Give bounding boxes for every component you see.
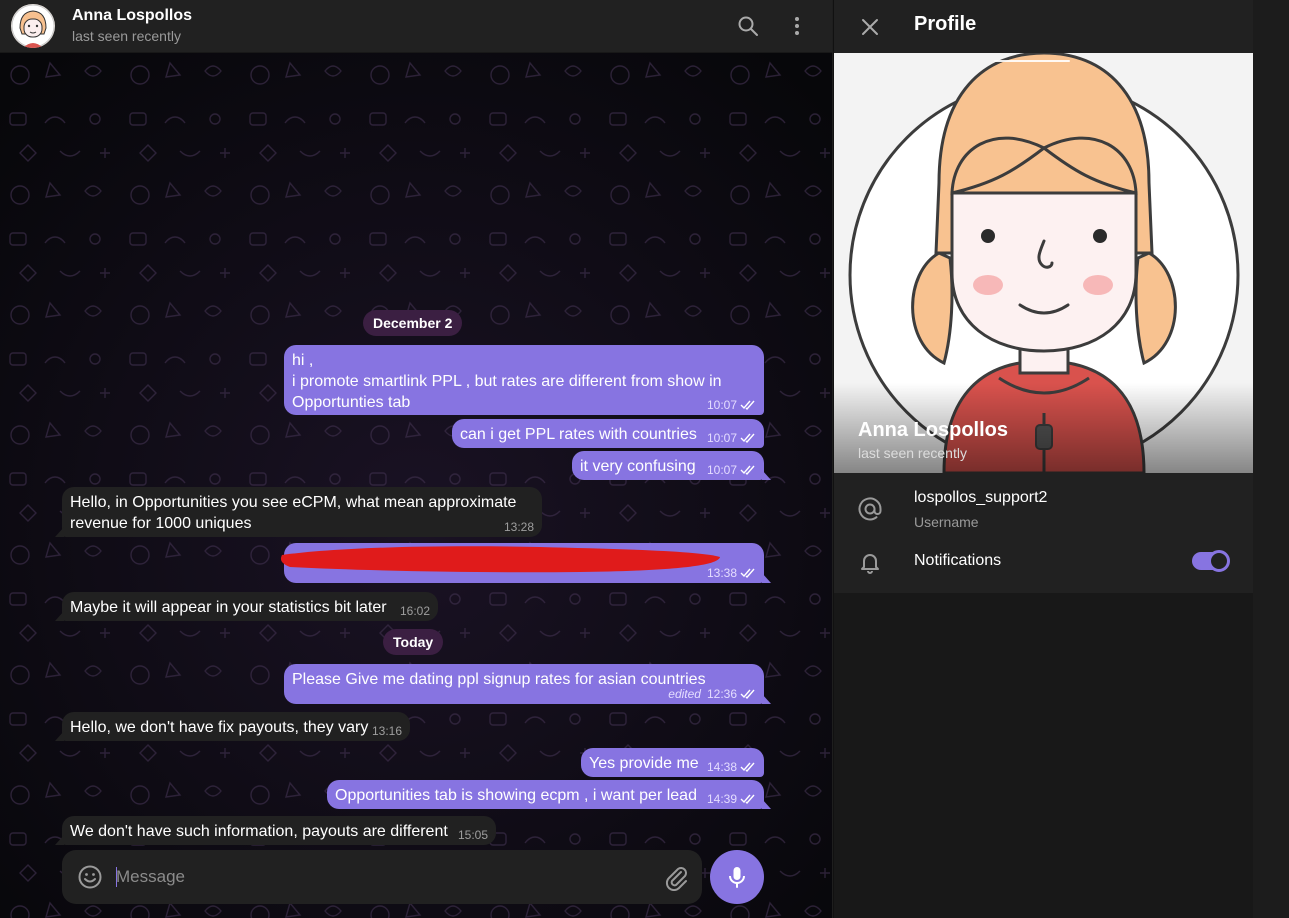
search-button[interactable] xyxy=(732,10,764,42)
search-icon xyxy=(738,16,758,36)
date-separator: Today xyxy=(383,629,444,655)
emoji-button[interactable] xyxy=(76,863,104,891)
double-check-icon xyxy=(740,794,755,804)
double-check-icon xyxy=(740,762,755,772)
message-outgoing-redacted[interactable]: 13:38 xyxy=(280,543,771,583)
redaction-mark xyxy=(280,546,720,573)
notifications-icon-wrap xyxy=(856,548,884,576)
message-time: 12:36 xyxy=(706,687,737,701)
close-button[interactable] xyxy=(854,11,886,43)
message-time: 10:07 xyxy=(706,431,737,445)
profile-name: Anna Lospollos xyxy=(858,419,1008,441)
message-time: 15:05 xyxy=(457,828,488,842)
double-check-icon xyxy=(740,433,755,443)
avatar[interactable] xyxy=(11,4,55,48)
profile-panel: Profile Anna Lospollos last seen recentl… xyxy=(833,0,1254,918)
message-time: 10:07 xyxy=(706,398,737,412)
profile-status: last seen recently xyxy=(858,445,967,461)
paperclip-icon xyxy=(665,867,687,892)
message-time: 13:16 xyxy=(371,724,402,738)
smile-icon xyxy=(78,865,102,889)
close-icon xyxy=(862,19,878,35)
window-edge xyxy=(1253,0,1289,918)
message-time: 10:07 xyxy=(706,463,737,477)
message-time: 14:38 xyxy=(706,760,737,774)
chat-panel: Anna Lospollos last seen recently Decemb… xyxy=(0,0,832,918)
double-check-icon xyxy=(740,568,755,578)
chat-header[interactable]: Anna Lospollos last seen recently xyxy=(0,0,832,53)
peer-status: last seen recently xyxy=(72,28,181,44)
message-outgoing[interactable]: Opportunities tab is showing ecpm , i wa… xyxy=(327,780,771,809)
double-check-icon xyxy=(740,689,755,699)
message-incoming[interactable]: Maybe it will appear in your statistics … xyxy=(55,592,438,621)
notifications-toggle[interactable] xyxy=(1192,550,1230,572)
date-separator: December 2 xyxy=(363,310,463,336)
message-outgoing[interactable]: Please Give me dating ppl signup rates f… xyxy=(284,664,771,704)
edited-label: edited xyxy=(668,687,701,701)
message-time: 13:38 xyxy=(706,566,737,580)
message-time: 14:39 xyxy=(706,792,737,806)
more-vertical-icon xyxy=(795,17,799,35)
message-outgoing[interactable]: Yes provide me 14:38 xyxy=(581,748,764,777)
double-check-icon xyxy=(740,465,755,475)
notifications-label: Notifications xyxy=(914,552,1002,569)
username-label: Username xyxy=(914,514,979,530)
at-sign-icon xyxy=(858,497,882,521)
toggle-knob xyxy=(1208,550,1230,572)
profile-photo[interactable]: Anna Lospollos last seen recently xyxy=(834,53,1254,473)
voice-record-button[interactable] xyxy=(710,850,764,904)
double-check-icon xyxy=(740,400,755,410)
photo-progress-indicator xyxy=(994,60,1070,62)
username-value[interactable]: lospollos_support2 xyxy=(914,489,1047,507)
profile-title: Profile xyxy=(914,13,977,35)
attach-button[interactable] xyxy=(662,863,690,892)
bell-icon xyxy=(861,554,879,574)
microphone-icon xyxy=(729,867,745,888)
message-input[interactable] xyxy=(116,862,636,892)
message-incoming[interactable]: Hello, we don't have fix payouts, they v… xyxy=(55,712,410,741)
message-outgoing[interactable]: it very confusing 10:07 xyxy=(572,451,771,480)
profile-header: Profile xyxy=(834,0,1254,53)
message-incoming[interactable]: We don't have such information, payouts … xyxy=(55,816,496,845)
message-time: 13:28 xyxy=(503,520,534,534)
peer-name[interactable]: Anna Lospollos xyxy=(72,7,192,25)
message-incoming[interactable]: Hello, in Opportunities you see eCPM, wh… xyxy=(55,487,542,537)
username-icon-wrap xyxy=(856,495,884,523)
text-caret xyxy=(116,867,117,887)
message-time: 16:02 xyxy=(399,604,430,618)
message-outgoing[interactable]: can i get PPL rates with countries 10:07 xyxy=(452,419,764,448)
profile-info: lospollos_support2 Username Notification… xyxy=(834,473,1254,593)
message-outgoing[interactable]: hi , i promote smartlink PPL , but rates… xyxy=(284,345,764,415)
message-composer xyxy=(62,850,702,904)
more-menu-button[interactable] xyxy=(781,10,813,42)
